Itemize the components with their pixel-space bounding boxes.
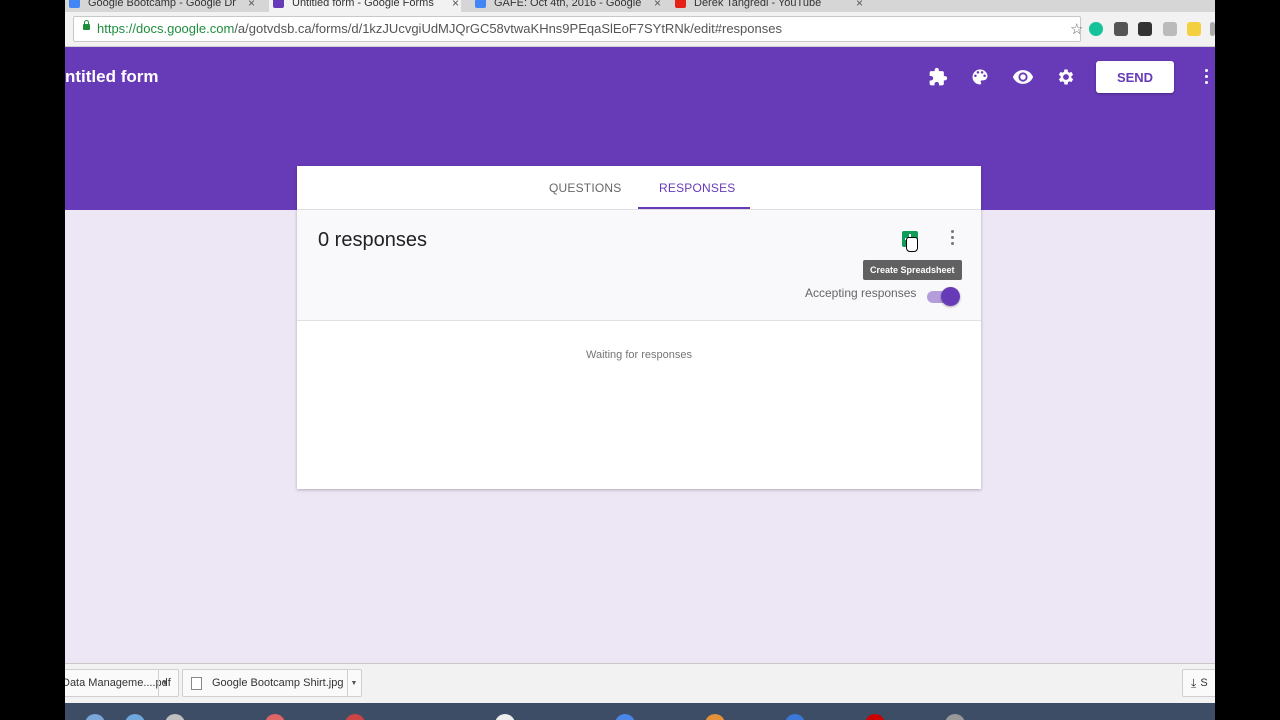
extension-icon[interactable] xyxy=(1114,22,1128,36)
download-filename: Data Manageme....pdf xyxy=(65,677,171,689)
browser-tab-label: Derek Tangredi - YouTube xyxy=(694,0,822,9)
dock-app-icon[interactable] xyxy=(265,714,285,720)
show-all-downloads[interactable]: ⤓ S xyxy=(1182,669,1215,697)
dock-app-icon[interactable] xyxy=(615,714,635,720)
responses-summary: 0 responses Create Spreadsheet Accepting… xyxy=(297,210,981,321)
accepting-responses-label: Accepting responses xyxy=(805,286,917,300)
dock-app-icon[interactable] xyxy=(495,714,515,720)
browser-tab[interactable]: Derek Tangredi - YouTube × xyxy=(675,0,863,12)
drive-favicon-icon xyxy=(69,0,80,8)
browser-toolbar: https://docs.google.com/a/gotvdsb.ca/for… xyxy=(65,12,1215,47)
show-all-label: S xyxy=(1200,677,1208,689)
responses-card: QUESTIONS RESPONSES 0 responses Create S… xyxy=(297,166,981,489)
chevron-down-icon[interactable]: ▼ xyxy=(158,670,171,696)
tab-responses[interactable]: RESPONSES xyxy=(659,181,736,195)
url-host: https://docs.google.com xyxy=(97,21,235,36)
docs-favicon-icon xyxy=(475,0,486,8)
palette-icon[interactable] xyxy=(969,66,991,88)
dock-app-icon[interactable] xyxy=(705,714,725,720)
more-vert-icon[interactable] xyxy=(951,230,954,248)
active-tab-indicator xyxy=(638,207,750,209)
downloads-bar: Data Manageme....pdf ▼ Google Bootcamp S… xyxy=(65,663,1215,704)
chevron-down-icon[interactable]: ▼ xyxy=(347,670,360,696)
form-title[interactable]: ntitled form xyxy=(65,67,159,87)
download-icon: ⤓ xyxy=(1191,675,1197,690)
film-extension-icon[interactable] xyxy=(1138,22,1152,36)
create-spreadsheet-tooltip: Create Spreadsheet xyxy=(863,260,962,280)
forms-favicon-icon xyxy=(273,0,284,8)
dock-app-icon[interactable] xyxy=(165,714,185,720)
browser-tab-label: GAFE: Oct 4th, 2016 - Google xyxy=(494,0,642,9)
dock-app-icon[interactable] xyxy=(865,714,885,720)
os-dock xyxy=(65,703,1215,720)
download-item[interactable]: Google Bootcamp Shirt.jpg ▼ xyxy=(182,669,362,697)
ps-extension-icon[interactable] xyxy=(1163,22,1177,36)
puzzle-icon[interactable] xyxy=(927,66,949,88)
file-icon xyxy=(191,676,202,690)
more-vert-icon[interactable] xyxy=(1205,69,1209,85)
browser-tab[interactable]: Google Bootcamp - Google Dr × xyxy=(69,0,255,12)
dock-app-icon[interactable] xyxy=(785,714,805,720)
browser-tab-active[interactable]: Untitled form - Google Forms × xyxy=(269,0,461,12)
waiting-message: Waiting for responses xyxy=(586,349,692,361)
download-filename: Google Bootcamp Shirt.jpg xyxy=(212,677,344,689)
address-bar[interactable]: https://docs.google.com/a/gotvdsb.ca/for… xyxy=(73,16,1083,42)
response-count: 0 responses xyxy=(318,229,427,251)
browser-tab-label: Untitled form - Google Forms xyxy=(292,0,434,9)
dock-app-icon[interactable] xyxy=(945,714,965,720)
youtube-favicon-icon xyxy=(675,0,686,8)
send-button[interactable]: SEND xyxy=(1096,61,1174,93)
hand-cursor-icon xyxy=(906,237,918,252)
browser-tab-strip: Google Bootcamp - Google Dr × Untitled f… xyxy=(65,0,1215,12)
url-text: https://docs.google.com/a/gotvdsb.ca/for… xyxy=(97,21,782,36)
eye-icon[interactable] xyxy=(1012,66,1034,88)
close-icon[interactable]: × xyxy=(654,0,661,10)
url-path: /a/gotvdsb.ca/forms/d/1kzJUcvgiUdMJQrGC5… xyxy=(234,21,782,36)
close-icon[interactable]: × xyxy=(452,0,459,10)
browser-tab-label: Google Bootcamp - Google Dr xyxy=(88,0,236,9)
dock-app-icon[interactable] xyxy=(125,714,145,720)
download-item[interactable]: Data Manageme....pdf ▼ xyxy=(65,669,179,697)
letterbox-right xyxy=(1215,0,1280,720)
z-extension-icon[interactable] xyxy=(1187,22,1201,36)
screen: Google Bootcamp - Google Dr × Untitled f… xyxy=(65,0,1215,720)
lock-icon xyxy=(83,20,90,30)
dock-app-icon[interactable] xyxy=(85,714,105,720)
letterbox-left xyxy=(0,0,65,720)
tab-questions[interactable]: QUESTIONS xyxy=(549,181,621,195)
toggle-knob[interactable] xyxy=(941,287,960,306)
form-tabs: QUESTIONS RESPONSES xyxy=(297,166,981,210)
grammarly-extension-icon[interactable] xyxy=(1089,22,1103,36)
close-icon[interactable]: × xyxy=(248,0,255,10)
extension-icon[interactable] xyxy=(1210,22,1215,36)
close-icon[interactable]: × xyxy=(856,0,863,10)
browser-tab[interactable]: GAFE: Oct 4th, 2016 - Google × xyxy=(475,0,661,12)
gear-icon[interactable] xyxy=(1055,66,1077,88)
dock-app-icon[interactable] xyxy=(345,714,365,720)
star-icon[interactable]: ☆ xyxy=(1070,20,1083,38)
